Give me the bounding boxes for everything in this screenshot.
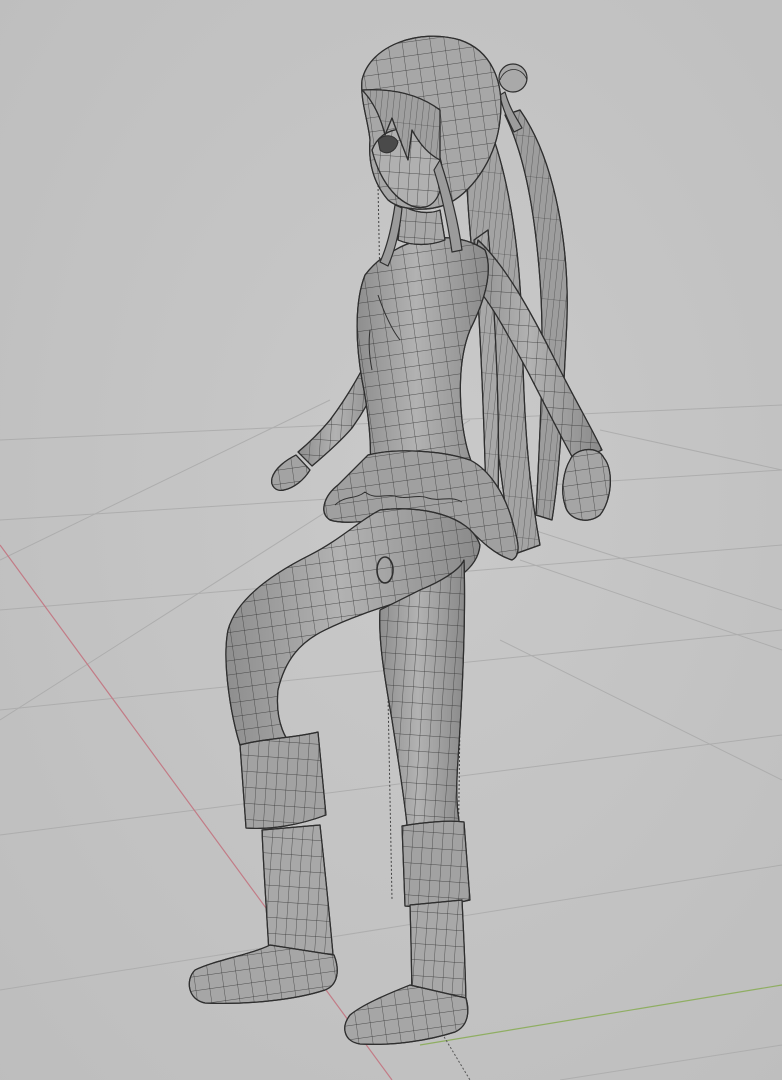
3d-viewport[interactable] (0, 0, 782, 1080)
